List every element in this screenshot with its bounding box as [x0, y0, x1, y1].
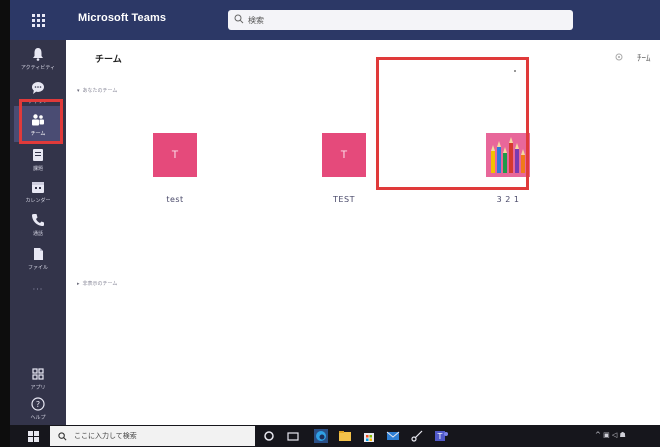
bell-icon [33, 47, 43, 61]
taskbar-search[interactable]: ここに入力して検索 [50, 426, 255, 446]
rail-item-assignments[interactable]: 課題 [14, 141, 62, 177]
highlight-box-teams-rail [19, 99, 63, 144]
rail-item-calendar[interactable]: カレンダー [14, 173, 62, 209]
more-apps-button[interactable]: ··· [10, 285, 66, 294]
rail-item-label: アクティビティ [20, 64, 56, 71]
phone-icon [32, 213, 44, 226]
calendar-icon [32, 181, 44, 193]
team-card-test[interactable]: T test [120, 133, 230, 233]
rail-item-label: 通話 [32, 230, 43, 237]
app-title: Microsoft Teams [78, 12, 167, 24]
help-icon: ? [31, 396, 45, 411]
section-label: あなたのチーム [82, 88, 118, 94]
team-name: TEST [333, 195, 355, 204]
team-name: 3 2 1 [496, 195, 520, 204]
edge-icon[interactable] [314, 429, 328, 443]
teams-taskbar-icon[interactable]: T [434, 429, 448, 443]
chevron-right-icon: ▸ [77, 280, 80, 287]
rail-item-label: 課題 [32, 165, 43, 172]
section-hidden-teams[interactable]: ▸ 非表示のチーム [77, 280, 118, 288]
teams-window: Microsoft Teams アクティビティ [10, 0, 660, 447]
rail-item-calls[interactable]: 通話 [14, 206, 62, 242]
team-avatar: T [153, 133, 197, 177]
chat-icon [32, 81, 44, 94]
title-bar: Microsoft Teams [10, 0, 660, 40]
apps-icon [32, 367, 44, 380]
file-explorer-icon[interactable] [338, 429, 352, 443]
assignments-icon [33, 148, 43, 161]
app-launcher-button[interactable] [10, 0, 66, 40]
search-input[interactable] [248, 10, 568, 30]
page-title: チーム [95, 55, 122, 65]
team-avatar: T [322, 133, 366, 177]
taskbar-search-placeholder: ここに入力して検索 [74, 432, 137, 440]
rail-item-label: カレンダー [25, 197, 51, 204]
cortana-icon[interactable] [262, 429, 276, 443]
task-view-icon[interactable] [286, 429, 300, 443]
svg-text:T: T [437, 432, 443, 441]
app-bar: アクティビティ チャット チーム 課題 カレンダー 通話 ファイル ··· アプ… [10, 40, 66, 425]
highlight-box-team-321 [376, 57, 529, 190]
section-label: 非表示のチーム [82, 281, 118, 287]
rail-item-help[interactable]: ? ヘルプ [14, 390, 62, 426]
store-icon[interactable] [362, 429, 376, 443]
windows-start-button[interactable] [28, 431, 39, 442]
system-tray[interactable]: ^ ▣ ◁ ☗ [595, 431, 626, 439]
snip-tool-icon[interactable] [410, 429, 424, 443]
search-icon [234, 14, 244, 24]
mail-icon[interactable] [386, 429, 400, 443]
main-panel: チーム ﾁｰﾑ ▾ あなたのチーム T test T TEST 3 2 1 ▸ … [66, 40, 660, 425]
rail-item-files[interactable]: ファイル [14, 240, 62, 276]
chevron-down-icon: ▾ [77, 87, 80, 94]
waffle-icon [31, 13, 45, 27]
svg-text:?: ? [36, 400, 40, 409]
rail-item-activity[interactable]: アクティビティ [14, 40, 62, 76]
rail-item-label: ヘルプ [30, 414, 46, 421]
search-box[interactable] [228, 10, 573, 30]
windows-taskbar: ここに入力して検索 T ^ ▣ ◁ ☗ [10, 425, 660, 447]
search-icon [58, 431, 67, 440]
files-icon [34, 247, 43, 260]
team-name: test [166, 195, 184, 204]
rail-item-label: ファイル [27, 264, 48, 271]
section-your-teams[interactable]: ▾ あなたのチーム [77, 87, 118, 95]
header-team-link[interactable]: ﾁｰﾑ [637, 51, 651, 64]
gear-icon[interactable] [614, 52, 624, 62]
